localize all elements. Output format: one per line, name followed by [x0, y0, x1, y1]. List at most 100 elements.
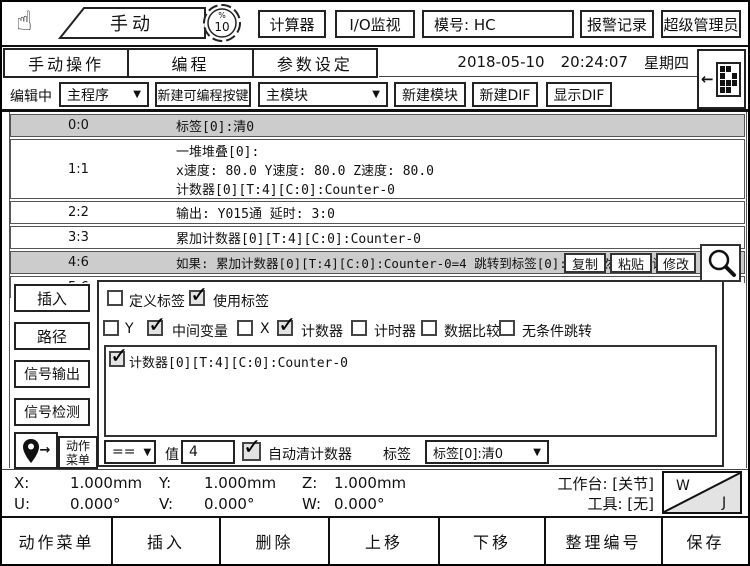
- auto-clear-counter-label: 自动清计数器: [268, 444, 352, 464]
- row-number: 0:0: [11, 118, 146, 133]
- arrow-left-icon: ←: [701, 70, 714, 88]
- checkbox-data-compare[interactable]: [421, 320, 437, 336]
- define-label-text: 定义标签: [129, 291, 185, 311]
- checkbox-counter-operand[interactable]: [109, 351, 125, 367]
- checkbox-unconditional-jump[interactable]: [499, 320, 515, 336]
- world-joint-toggle[interactable]: W J: [662, 471, 742, 514]
- jump-label-value: 标签[0]:清0: [433, 443, 503, 462]
- keypad-matrix-icon: [716, 62, 741, 97]
- new-module-button[interactable]: 新建模块: [394, 82, 466, 107]
- date-text: 2018-05-10: [457, 53, 544, 71]
- keypad-panel-button[interactable]: ←: [697, 49, 746, 109]
- location-pin-icon: [22, 438, 40, 464]
- tab-manual-operation[interactable]: 手动操作: [5, 50, 129, 76]
- editing-status-label: 编辑中: [10, 86, 52, 106]
- v-axis-value: 0.000°: [204, 495, 254, 513]
- modify-button[interactable]: 修改: [656, 253, 696, 273]
- operand-list-box: 计数器[0][T:4][C:0]:Counter-0: [104, 345, 717, 437]
- checkbox-counter[interactable]: [277, 320, 293, 336]
- magnifier-icon: [705, 247, 737, 279]
- signal-check-button[interactable]: 信号检测: [14, 398, 90, 426]
- value-input[interactable]: 4: [181, 440, 235, 464]
- alarm-log-button[interactable]: 报警记录: [580, 10, 654, 38]
- row-number: 4:6: [11, 255, 146, 270]
- row-text: 输出: Y015通 延时: 3:0: [176, 203, 335, 222]
- u-axis-value: 0.000°: [70, 495, 120, 513]
- module-select[interactable]: 主模块 ▼: [258, 82, 388, 107]
- counter-operand-label: 计数器[0][T:4][C:0]:Counter-0: [129, 352, 348, 371]
- x-label: X: [260, 321, 270, 337]
- checkbox-use-label[interactable]: [189, 290, 205, 306]
- tab-parameter-setting[interactable]: 参数设定: [254, 50, 376, 76]
- nav-tabs: 手动操作 编程 参数设定: [3, 48, 378, 78]
- checkbox-timer[interactable]: [351, 320, 367, 336]
- y-axis-label: Y:: [159, 474, 171, 492]
- w-axis-label: W:: [302, 495, 321, 513]
- model-number-field[interactable]: 模号: HC: [422, 10, 574, 38]
- insert-side-button[interactable]: 插入: [14, 284, 90, 312]
- use-label-text: 使用标签: [213, 291, 269, 311]
- calculator-button[interactable]: 计算器: [258, 10, 326, 38]
- workbench-mode-label: 工作台: [关节]: [482, 473, 654, 494]
- tool-mode-label: 工具: [无]: [482, 493, 654, 514]
- admin-button[interactable]: 超级管理员: [661, 10, 741, 38]
- signal-output-button[interactable]: 信号输出: [14, 360, 90, 388]
- save-button[interactable]: 保存: [661, 518, 748, 564]
- program-row[interactable]: 0:0 标签[0]:清0: [10, 114, 745, 137]
- row-text: 累加计数器[0][T:4][C:0]:Counter-0: [176, 228, 421, 247]
- search-button[interactable]: [700, 244, 741, 282]
- path-button[interactable]: 路径: [14, 322, 90, 350]
- checkbox-y[interactable]: [103, 320, 119, 336]
- mode-label: 手动: [110, 14, 154, 35]
- program-row[interactable]: 1:1 一堆堆叠[0]: x速度: 80.0 Y速度: 80.0 Z速度: 80…: [10, 139, 745, 199]
- chevron-down-icon: ▼: [533, 447, 541, 458]
- insert-button[interactable]: 插入: [111, 518, 219, 564]
- action-menu-side-button[interactable]: 动作 菜单: [58, 436, 98, 469]
- row-text: 一堆堆叠[0]: x速度: 80.0 Y速度: 80.0 Z速度: 80.0 计…: [176, 141, 434, 198]
- checkbox-x[interactable]: [237, 320, 253, 336]
- joint-mode-label: J: [721, 495, 726, 511]
- label-label: 标签: [383, 444, 411, 464]
- new-dif-button[interactable]: 新建DIF: [472, 82, 538, 107]
- show-dif-button[interactable]: 显示DIF: [546, 82, 612, 107]
- chevron-down-icon: ▼: [143, 447, 151, 458]
- jump-label-select[interactable]: 标签[0]:清0 ▼: [425, 440, 549, 464]
- paste-button[interactable]: 粘贴: [610, 253, 652, 273]
- move-up-button[interactable]: 上移: [328, 518, 438, 564]
- z-axis-value: 1.000mm: [334, 474, 406, 492]
- y-axis-value: 1.000mm: [204, 474, 276, 492]
- row-number: 3:3: [11, 230, 146, 245]
- move-down-button[interactable]: 下移: [438, 518, 544, 564]
- datetime-bar: 2018-05-10 20:24:07 星期四: [379, 48, 699, 77]
- row-number: 2:2: [11, 205, 146, 220]
- program-row[interactable]: 3:3 累加计数器[0][T:4][C:0]:Counter-0: [10, 226, 745, 249]
- timer-label: 计时器: [374, 321, 416, 341]
- copy-button[interactable]: 复制: [564, 253, 606, 273]
- row-number: 1:1: [11, 162, 146, 177]
- action-menu-label: 菜单: [66, 453, 90, 467]
- program-row[interactable]: 2:2 输出: Y015通 延时: 3:0: [10, 201, 745, 224]
- tab-programming[interactable]: 编程: [129, 50, 253, 76]
- arrow-right-icon: →: [40, 443, 51, 458]
- mode-banner: 手动 % 10: [54, 3, 256, 45]
- action-menu-button[interactable]: 动作菜单: [2, 518, 111, 564]
- divider: [2, 45, 748, 47]
- operator-select[interactable]: == ▼: [104, 440, 156, 464]
- intermediate-variable-label: 中间变量: [172, 321, 228, 341]
- chevron-down-icon: ▼: [372, 89, 380, 100]
- position-pin-button[interactable]: →: [14, 432, 58, 469]
- program-select[interactable]: 主程序 ▼: [59, 82, 149, 107]
- renumber-button[interactable]: 整理编号: [544, 518, 661, 564]
- hand-mode-icon: ☝: [16, 6, 32, 37]
- io-monitor-button[interactable]: I/O监视: [335, 10, 415, 38]
- world-mode-label: W: [676, 478, 690, 494]
- new-programmable-key-button[interactable]: 新建可编程按键: [155, 82, 251, 107]
- row-text: 标签[0]:清0: [176, 116, 254, 135]
- delete-button[interactable]: 删除: [219, 518, 328, 564]
- checkbox-define-label[interactable]: [107, 290, 123, 306]
- x-axis-label: X:: [14, 474, 29, 492]
- gauge-percent: %: [218, 11, 226, 20]
- y-label: Y: [125, 321, 134, 337]
- checkbox-auto-clear-counter[interactable]: [242, 442, 261, 461]
- checkbox-intermediate-variable[interactable]: [147, 320, 163, 336]
